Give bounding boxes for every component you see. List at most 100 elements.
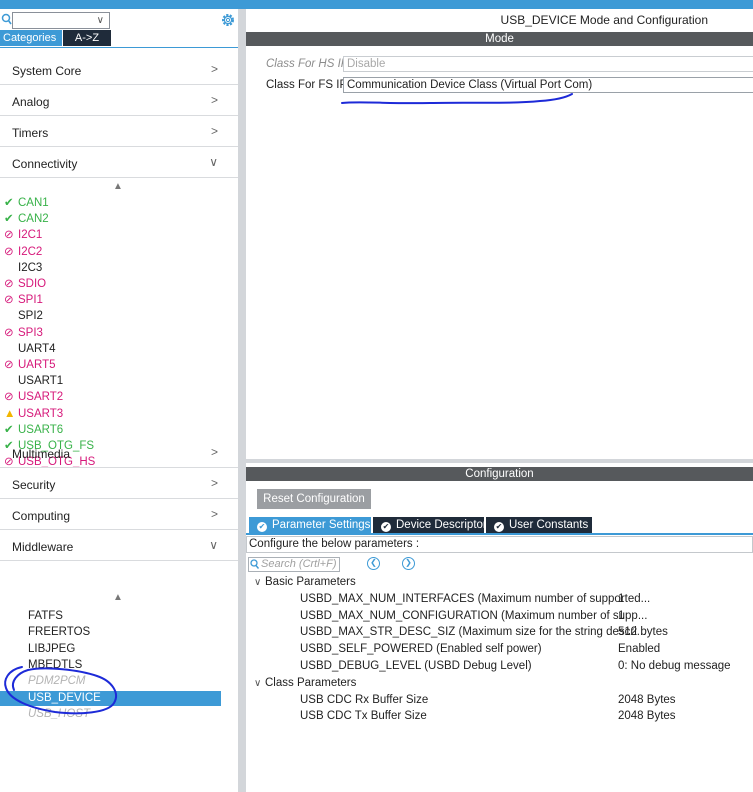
connectivity-item-label: CAN1 — [18, 197, 49, 209]
connectivity-item[interactable]: ⊘ UART5 — [4, 358, 56, 373]
tab-a-z[interactable]: A->Z — [63, 30, 111, 46]
check-icon: ✔ — [4, 197, 14, 209]
previous-match-icon[interactable]: ❮ — [367, 557, 380, 570]
parameter-name[interactable]: USBD_DEBUG_LEVEL (USBD Debug Level) — [300, 660, 532, 672]
parameter-name[interactable]: USBD_SELF_POWERED (Enabled self power) — [300, 643, 542, 655]
connectivity-item-label: UART5 — [18, 359, 56, 371]
connectivity-item[interactable]: ⊘ SDIO — [4, 277, 46, 292]
tab-categories[interactable]: Categories — [0, 30, 62, 46]
category-multimedia[interactable]: Multimedia > — [0, 438, 238, 468]
connectivity-item[interactable]: ▲ USART3 — [4, 407, 63, 422]
next-match-icon[interactable]: ❯ — [402, 557, 415, 570]
parameter-value[interactable]: 2048 Bytes — [618, 694, 676, 706]
connectivity-item[interactable]: I2C3 — [4, 261, 42, 276]
parameter-group[interactable]: ∨ Basic Parameters — [254, 576, 356, 588]
category-computing[interactable]: Computing > — [0, 500, 238, 530]
blocked-icon: ⊘ — [4, 359, 14, 371]
category-label: System Core — [12, 64, 82, 78]
divider — [0, 47, 238, 48]
sort-toggle-icon[interactable]: ▲ — [113, 181, 123, 192]
middleware-item[interactable]: FATFS — [28, 609, 63, 624]
pane-divider[interactable] — [246, 459, 753, 463]
connectivity-item-label: SPI2 — [18, 310, 43, 323]
connectivity-item[interactable]: SPI2 — [4, 309, 43, 324]
category-label: Security — [12, 478, 56, 492]
middleware-item[interactable]: USB_HOST — [28, 707, 90, 722]
parameter-search-input[interactable]: Search (Crtl+F) — [248, 557, 340, 572]
tab-device-descriptor[interactable]: ✔ Device Descriptor — [373, 517, 487, 533]
tab-parameter-settings[interactable]: ✔ Parameter Settings — [249, 517, 371, 533]
parameter-name[interactable]: USBD_MAX_NUM_INTERFACES (Maximum number … — [300, 593, 650, 605]
check-icon: ✔ — [4, 213, 14, 226]
connectivity-item[interactable]: ✔ CAN2 — [4, 212, 49, 227]
middleware-item[interactable]: LIBJPEG — [28, 642, 75, 657]
tab-label: Device Descriptor — [396, 519, 487, 531]
connectivity-item[interactable]: ⊘ I2C2 — [4, 245, 42, 260]
parameter-value[interactable]: 512 bytes — [618, 626, 668, 638]
middleware-item[interactable]: PDM2PCM — [28, 674, 86, 689]
connectivity-item[interactable]: ⊘ SPI3 — [4, 326, 43, 341]
connectivity-item[interactable]: ✔ USART6 — [4, 423, 63, 438]
connectivity-item[interactable]: ✔ CAN1 — [4, 196, 49, 211]
connectivity-item-label: I2C1 — [18, 229, 43, 242]
tab-user-constants[interactable]: ✔ User Constants — [486, 517, 592, 533]
configure-note: Configure the below parameters : — [246, 536, 753, 553]
configuration-panel: USB_DEVICE Mode and Configuration Mode C… — [246, 9, 753, 792]
blocked-icon: ⊘ — [4, 326, 14, 339]
fs-class-select[interactable]: Communication Device Class (Virtual Port… — [343, 77, 753, 93]
middleware-item[interactable]: MBEDTLS — [28, 658, 82, 673]
connectivity-item[interactable]: ⊘ USART2 — [4, 390, 63, 405]
connectivity-item[interactable]: ⊘ I2C1 — [4, 228, 42, 243]
chevron-right-icon: > — [210, 62, 218, 76]
parameter-value[interactable]: Enabled — [618, 643, 660, 655]
category-label: Connectivity — [12, 157, 78, 171]
sort-toggle-icon[interactable]: ▲ — [113, 592, 123, 603]
connectivity-item[interactable]: ⊘ SPI1 — [4, 293, 43, 308]
tab-label: Parameter Settings — [272, 519, 371, 531]
middleware-item[interactable]: FREERTOS — [28, 625, 90, 640]
category-timers[interactable]: Timers > — [0, 117, 238, 147]
parameter-group[interactable]: ∨ Class Parameters — [254, 677, 356, 689]
connectivity-item-label: USART2 — [18, 391, 64, 404]
divider — [246, 533, 753, 535]
connectivity-item-label: USART1 — [18, 375, 64, 388]
chevron-down-icon: ∨ — [209, 155, 218, 169]
reset-configuration-button[interactable]: Reset Configuration — [257, 489, 371, 509]
connectivity-item-label: I2C3 — [18, 261, 43, 274]
category-connectivity[interactable]: Connectivity ∨ — [0, 148, 238, 178]
parameter-name[interactable]: USB CDC Tx Buffer Size — [300, 710, 427, 722]
configuration-header: Configuration — [246, 467, 753, 481]
connectivity-item[interactable]: UART4 — [4, 342, 56, 357]
parameter-value[interactable]: 0: No debug message — [618, 660, 731, 672]
category-label: Analog — [12, 95, 50, 109]
category-label: Computing — [12, 509, 71, 523]
parameter-name[interactable]: USB CDC Rx Buffer Size — [300, 694, 428, 706]
panel-title: USB_DEVICE Mode and Configuration — [500, 13, 708, 27]
parameter-name[interactable]: USBD_MAX_NUM_CONFIGURATION (Maximum numb… — [300, 610, 647, 622]
hs-class-select[interactable]: Disable — [343, 56, 753, 72]
connectivity-item-label: SPI1 — [18, 294, 43, 307]
category-middleware[interactable]: Middleware ∨ — [0, 531, 238, 561]
gear-icon[interactable] — [220, 12, 236, 28]
chevron-down-icon: ∨ — [96, 15, 104, 26]
parameter-name[interactable]: USBD_MAX_STR_DESC_SIZ (Maximum size for … — [300, 626, 646, 638]
connectivity-item-label: USART6 — [18, 423, 64, 436]
category-system-core[interactable]: System Core > — [0, 55, 238, 85]
search-icon — [250, 559, 260, 575]
category-analog[interactable]: Analog > — [0, 86, 238, 116]
middleware-item[interactable]: USB_DEVICE — [0, 690, 221, 706]
tree-search-combo[interactable]: ∨ — [12, 12, 110, 29]
parameter-value[interactable]: 1 — [618, 610, 624, 622]
connectivity-item-label: SDIO — [18, 278, 47, 290]
tree-search-row: ∨ — [0, 12, 238, 29]
title-bar — [0, 0, 753, 9]
category-security[interactable]: Security > — [0, 469, 238, 499]
chevron-right-icon: > — [210, 507, 218, 521]
connectivity-item[interactable]: USART1 — [4, 374, 63, 389]
parameter-value[interactable]: 1 — [618, 593, 624, 605]
connectivity-item-label: I2C2 — [18, 245, 43, 258]
chevron-down-icon: ∨ — [254, 577, 262, 588]
chevron-right-icon: > — [210, 445, 218, 459]
panel-splitter[interactable] — [238, 9, 246, 792]
parameter-value[interactable]: 2048 Bytes — [618, 710, 676, 722]
